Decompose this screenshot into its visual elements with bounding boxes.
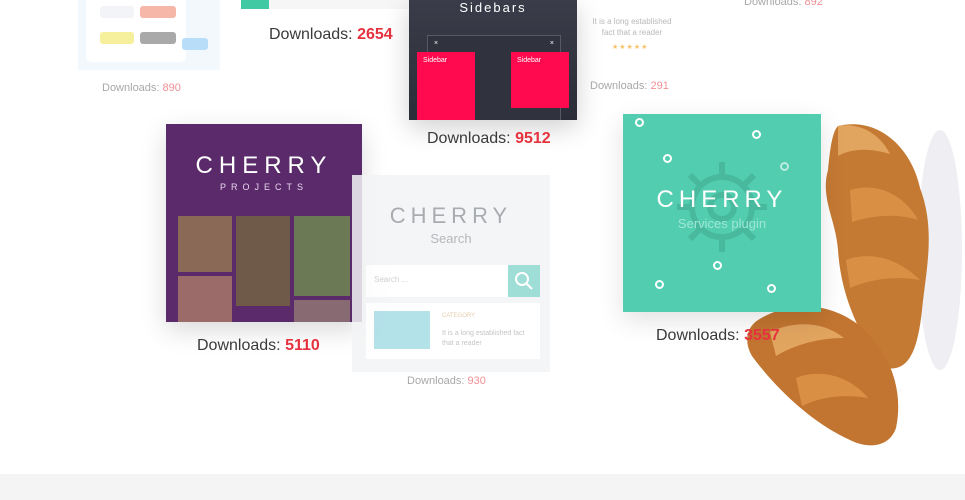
form-chip — [140, 32, 176, 44]
plugin-card-cherry-projects[interactable]: CHERRY PROJECTS — [166, 124, 362, 322]
form-chip — [100, 32, 134, 44]
form-chip — [182, 38, 208, 50]
sidebar-box-label: Sidebar — [423, 57, 448, 64]
result-category: CATEGORY — [442, 313, 476, 319]
decor-dot — [780, 162, 789, 171]
plugin-card-forms[interactable] — [78, 0, 220, 70]
downloads-top-green: Downloads: 2654 — [269, 26, 393, 43]
decor-dot — [752, 130, 761, 139]
downloads-forms: Downloads: 890 — [102, 82, 181, 94]
form-chip — [140, 6, 176, 18]
downloads-review: Downloads: 291 — [590, 80, 669, 92]
projects-title: CHERRY — [195, 152, 333, 179]
footer-band — [0, 474, 965, 500]
plugin-card-cherry-services[interactable]: CHERRY Services plugin — [623, 114, 821, 312]
review-snippet: It is a long established fact that a rea… — [592, 17, 672, 37]
project-thumb — [294, 300, 350, 322]
search-icon — [515, 272, 533, 290]
project-thumb — [178, 276, 232, 322]
sidebar-right-box: Sidebar — [511, 52, 569, 108]
project-thumb — [178, 216, 232, 272]
close-icon: × — [434, 40, 439, 47]
downloads-cherry-search: Downloads: 930 — [407, 375, 486, 387]
plugin-card-sidebars[interactable]: Sidebars × × Sidebar Sidebar — [409, 0, 577, 120]
services-subtitle: Services plugin — [677, 216, 767, 231]
rating-stars: ★★★★★ — [612, 44, 649, 51]
project-thumb — [236, 216, 290, 306]
decor-dot — [635, 118, 644, 127]
search-preview-button — [508, 265, 540, 297]
services-title: CHERRY — [656, 186, 788, 213]
downloads-cherry-projects: Downloads: 5110 — [197, 337, 320, 354]
search-card-title: CHERRY — [389, 203, 513, 228]
project-thumb — [294, 216, 350, 296]
plugin-card-partial-body — [269, 0, 409, 9]
forms-preview — [86, 0, 186, 62]
search-preview-placeholder: Search ... — [374, 275, 409, 284]
plugin-card-partial[interactable] — [241, 0, 269, 9]
search-card-subtitle: Search — [430, 231, 472, 246]
downloads-top-right: Downloads: 892 — [744, 0, 823, 8]
decor-dot — [767, 284, 776, 293]
search-preview-input: Search ... — [366, 265, 508, 297]
decor-dot — [655, 280, 664, 289]
plugin-card-cherry-search[interactable]: CHERRY Search Search ... CATEGORY It is … — [352, 175, 550, 372]
result-text: It is a long established fact that a rea… — [442, 330, 525, 347]
downloads-sidebars: Downloads: 9512 — [427, 130, 551, 147]
decor-dot — [663, 154, 672, 163]
form-chip — [100, 6, 134, 18]
close-icon: × — [549, 40, 554, 47]
result-thumb — [374, 311, 430, 349]
sidebars-title: Sidebars — [459, 0, 527, 15]
decor-dot — [713, 261, 722, 270]
downloads-cherry-services: Downloads: 3557 — [656, 327, 780, 344]
sidebar-box-label: Sidebar — [517, 57, 542, 64]
projects-subtitle: PROJECTS — [219, 182, 308, 192]
sidebar-left-box: Sidebar — [417, 52, 475, 120]
search-preview-result: CATEGORY It is a long established fact t… — [366, 303, 540, 359]
